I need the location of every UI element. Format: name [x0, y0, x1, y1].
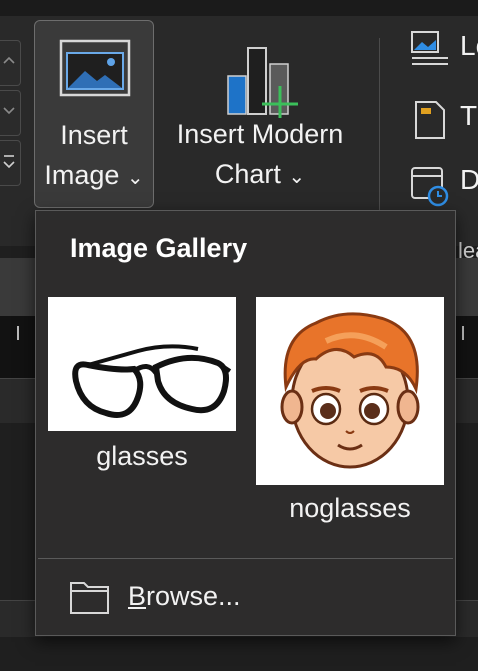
picture-icon: [411, 31, 448, 65]
chevron-down-icon: [3, 107, 15, 115]
side-item-document[interactable]: T: [408, 96, 478, 140]
expand-icon: [3, 155, 15, 169]
calendar-clock-icon: [411, 167, 449, 207]
browse-button[interactable]: Browse...: [64, 573, 424, 623]
insert-image-button[interactable]: Insert Image ⌄: [34, 20, 154, 208]
side-item-label: Lo: [460, 30, 478, 61]
title-bar-strip: [0, 0, 478, 16]
gallery-item-label: glasses: [96, 441, 188, 471]
gallery-item-label: noglasses: [289, 493, 411, 523]
folder-icon: [70, 582, 109, 614]
scroll-down-button[interactable]: [0, 90, 21, 136]
insert-image-label-line2: Image: [44, 160, 120, 190]
ruler-tick: [17, 326, 19, 340]
insert-modern-chart-button[interactable]: Insert Modern Chart ⌄: [162, 20, 358, 208]
ruler-tick: [462, 326, 464, 340]
insert-image-label-line1: Insert: [60, 120, 128, 150]
image-gallery-dropdown: Image Gallery glasses noglasses Browse..…: [35, 210, 456, 636]
side-item-picture[interactable]: Lo: [408, 26, 478, 70]
chevron-down-icon: ⌄: [288, 166, 306, 188]
document-icon: [415, 101, 445, 139]
image-icon: [59, 39, 131, 97]
cartoon-face-thumbnail: [256, 297, 444, 485]
insert-chart-label-line2: Chart: [214, 159, 281, 189]
gallery-title: Image Gallery: [70, 233, 248, 263]
browse-label: Browse...: [128, 581, 241, 611]
side-item-datetime[interactable]: D: [408, 160, 478, 207]
gallery-item-noglasses[interactable]: [256, 297, 444, 485]
chart-icon: [227, 47, 298, 122]
scroll-up-button[interactable]: [0, 40, 21, 86]
gallery-item-glasses[interactable]: [48, 297, 236, 431]
chevron-up-icon: [3, 56, 15, 64]
chevron-down-icon: ⌄: [126, 167, 144, 189]
glasses-thumbnail: [48, 297, 236, 431]
ribbon-separator: [379, 38, 380, 230]
side-item-label: D: [460, 164, 478, 195]
side-item-label: T: [460, 100, 478, 131]
more-gallery-button[interactable]: [0, 140, 21, 186]
menu-divider: [38, 558, 453, 559]
insert-chart-label-line1: Insert Modern: [176, 119, 344, 149]
